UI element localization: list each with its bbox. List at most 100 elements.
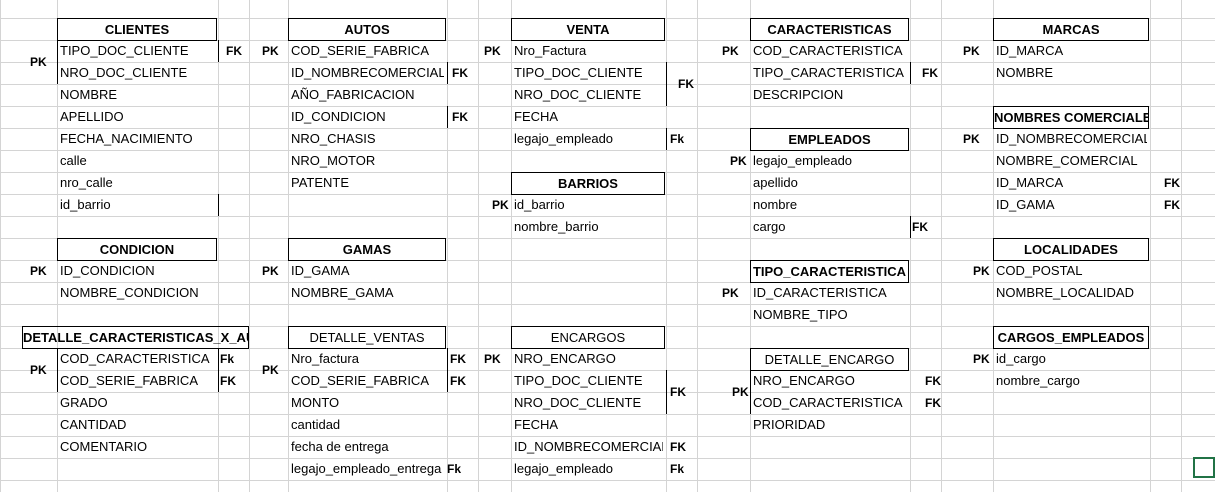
table-field-autos: COD_SERIE_FABRICA: [291, 43, 429, 58]
fk-marker: FK: [670, 440, 686, 454]
table-field-clientes: NRO_DOC_CLIENTE: [60, 65, 188, 80]
key-bracket-line: [750, 370, 751, 414]
active-cell-selection[interactable]: [1193, 457, 1215, 478]
key-bracket-line: [447, 348, 448, 392]
table-field-localidades: NOMBRE_LOCALIDAD: [996, 285, 1134, 300]
table-field-clientes: id_barrio: [60, 197, 111, 212]
fk-marker: FK: [925, 396, 941, 410]
table-field-caracteristicas: TIPO_CARACTERISTICA: [753, 65, 904, 80]
table-field-encargos: ID_NOMBRECOMERCIAL: [514, 439, 663, 454]
fk-marker: FK: [450, 374, 466, 388]
fk-marker: FK: [1164, 176, 1180, 190]
table-field-encargos: TIPO_DOC_CLIENTE: [514, 373, 643, 388]
table-field-nombres_comerciales: ID_GAMA: [996, 197, 1055, 212]
table-title-localidades: LOCALIDADES: [993, 238, 1149, 261]
table-title-detalle_ventas: DETALLE_VENTAS: [288, 326, 446, 349]
table-field-venta: TIPO_DOC_CLIENTE: [514, 65, 643, 80]
fk-marker: FK: [452, 66, 468, 80]
table-title-condicion: CONDICION: [57, 238, 217, 261]
pk-marker-localidades: PK: [973, 264, 990, 278]
table-title-tipo_caracteristica: TIPO_CARACTERISTICA: [750, 260, 909, 283]
column-gridline: [511, 0, 512, 492]
table-field-autos: ID_CONDICION: [291, 109, 386, 124]
key-bracket-line: [447, 62, 448, 84]
table-field-detalle_caracteristicas_x_auto: COD_CARACTERISTICA: [60, 351, 210, 366]
table-field-empleados: nombre: [753, 197, 798, 212]
table-field-detalle_caracteristicas_x_auto: COD_SERIE_FABRICA: [60, 373, 198, 388]
table-title-autos: AUTOS: [288, 18, 446, 41]
key-bracket-line: [218, 40, 219, 62]
fk-marker: Fk: [670, 462, 685, 476]
table-field-encargos: FECHA: [514, 417, 559, 432]
table-field-caracteristicas: COD_CARACTERISTICA: [753, 43, 903, 58]
column-gridline: [478, 0, 479, 492]
key-bracket-line: [57, 40, 58, 84]
table-field-clientes: TIPO_DOC_CLIENTE: [60, 43, 189, 58]
pk-marker-nombres-comerciales: PK: [963, 132, 980, 146]
table-field-barrios: id_barrio: [514, 197, 565, 212]
table-title-detalle_caracteristicas_x_auto: DETALLE_CARACTERISTICAS_X_AUTO: [22, 326, 249, 349]
table-field-encargos: NRO_ENCARGO: [514, 351, 616, 366]
key-bracket-line: [218, 348, 219, 392]
fk-marker: FK: [450, 352, 466, 366]
pk-marker-cargos-empleados: PK: [973, 352, 990, 366]
table-field-detalle_caracteristicas_x_auto: COMENTARIO: [60, 439, 148, 454]
table-field-gamas: NOMBRE_GAMA: [291, 285, 394, 300]
table-field-autos: NRO_CHASIS: [291, 131, 376, 146]
table-field-detalle_ventas: MONTO: [291, 395, 340, 410]
table-field-detalle_caracteristicas_x_auto: GRADO: [60, 395, 108, 410]
key-bracket-line: [910, 62, 911, 84]
fk-marker: Fk: [220, 352, 235, 366]
pk-marker-tipo-caracteristica: PK: [722, 286, 739, 300]
table-field-detalle_caracteristicas_x_auto: CANTIDAD: [60, 417, 127, 432]
table-field-barrios: nombre_barrio: [514, 219, 599, 234]
table-field-tipo_caracteristica: NOMBRE_TIPO: [753, 307, 848, 322]
fk-marker: FK: [1164, 198, 1180, 212]
table-title-marcas: MARCAS: [993, 18, 1149, 41]
column-gridline: [218, 0, 219, 492]
key-bracket-line: [666, 370, 667, 414]
pk-marker-gamas: PK: [262, 264, 279, 278]
fk-marker: FK: [220, 374, 236, 388]
table-field-nombres_comerciales: ID_MARCA: [996, 175, 1064, 190]
fk-marker: FK: [912, 220, 928, 234]
pk-marker-detalle-caracteristicas: PK: [30, 363, 47, 377]
table-field-empleados: apellido: [753, 175, 798, 190]
table-field-condicion: NOMBRE_CONDICION: [60, 285, 199, 300]
table-title-nombres_comerciales: NOMBRES COMERCIALES: [993, 106, 1149, 129]
table-title-cargos_empleados: CARGOS_EMPLEADOS: [993, 326, 1149, 349]
table-field-encargos: legajo_empleado: [514, 461, 614, 476]
column-gridline: [1181, 0, 1182, 492]
pk-marker-barrios: PK: [492, 198, 509, 212]
key-bracket-line: [910, 216, 911, 238]
pk-marker-encargos: PK: [484, 352, 501, 366]
pk-marker-detalle-ventas: PK: [262, 363, 279, 377]
table-title-clientes: CLIENTES: [57, 18, 217, 41]
table-field-empleados: cargo: [753, 219, 786, 234]
pk-marker-caracteristicas: PK: [722, 44, 739, 58]
fk-marker: FK: [452, 110, 468, 124]
pk-marker-clientes: PK: [30, 55, 47, 69]
table-field-caracteristicas: DESCRIPCION: [753, 87, 844, 102]
table-field-detalle_ventas: Nro_factura: [291, 351, 359, 366]
table-field-venta: FECHA: [514, 109, 559, 124]
key-bracket-line: [447, 106, 448, 128]
pk-marker-marcas: PK: [963, 44, 980, 58]
table-field-venta: legajo_empleado: [514, 131, 614, 146]
pk-marker-venta: PK: [484, 44, 501, 58]
table-field-cargos_empleados: id_cargo: [996, 351, 1046, 366]
table-title-caracteristicas: CARACTERISTICAS: [750, 18, 909, 41]
table-field-localidades: COD_POSTAL: [996, 263, 1083, 278]
key-bracket-line: [666, 128, 667, 150]
table-title-empleados: EMPLEADOS: [750, 128, 909, 151]
pk-marker-autos: PK: [262, 44, 279, 58]
table-title-barrios: BARRIOS: [511, 172, 665, 195]
table-field-autos: PATENTE: [291, 175, 350, 190]
table-field-venta: Nro_Factura: [514, 43, 587, 58]
fk-marker: FK: [670, 385, 686, 399]
column-gridline: [1150, 0, 1151, 492]
table-field-clientes: APELLIDO: [60, 109, 124, 124]
pk-marker-empleados: PK: [730, 154, 747, 168]
key-bracket-line: [218, 194, 219, 216]
table-field-detalle_ventas: legajo_empleado_entrega: [291, 461, 442, 476]
